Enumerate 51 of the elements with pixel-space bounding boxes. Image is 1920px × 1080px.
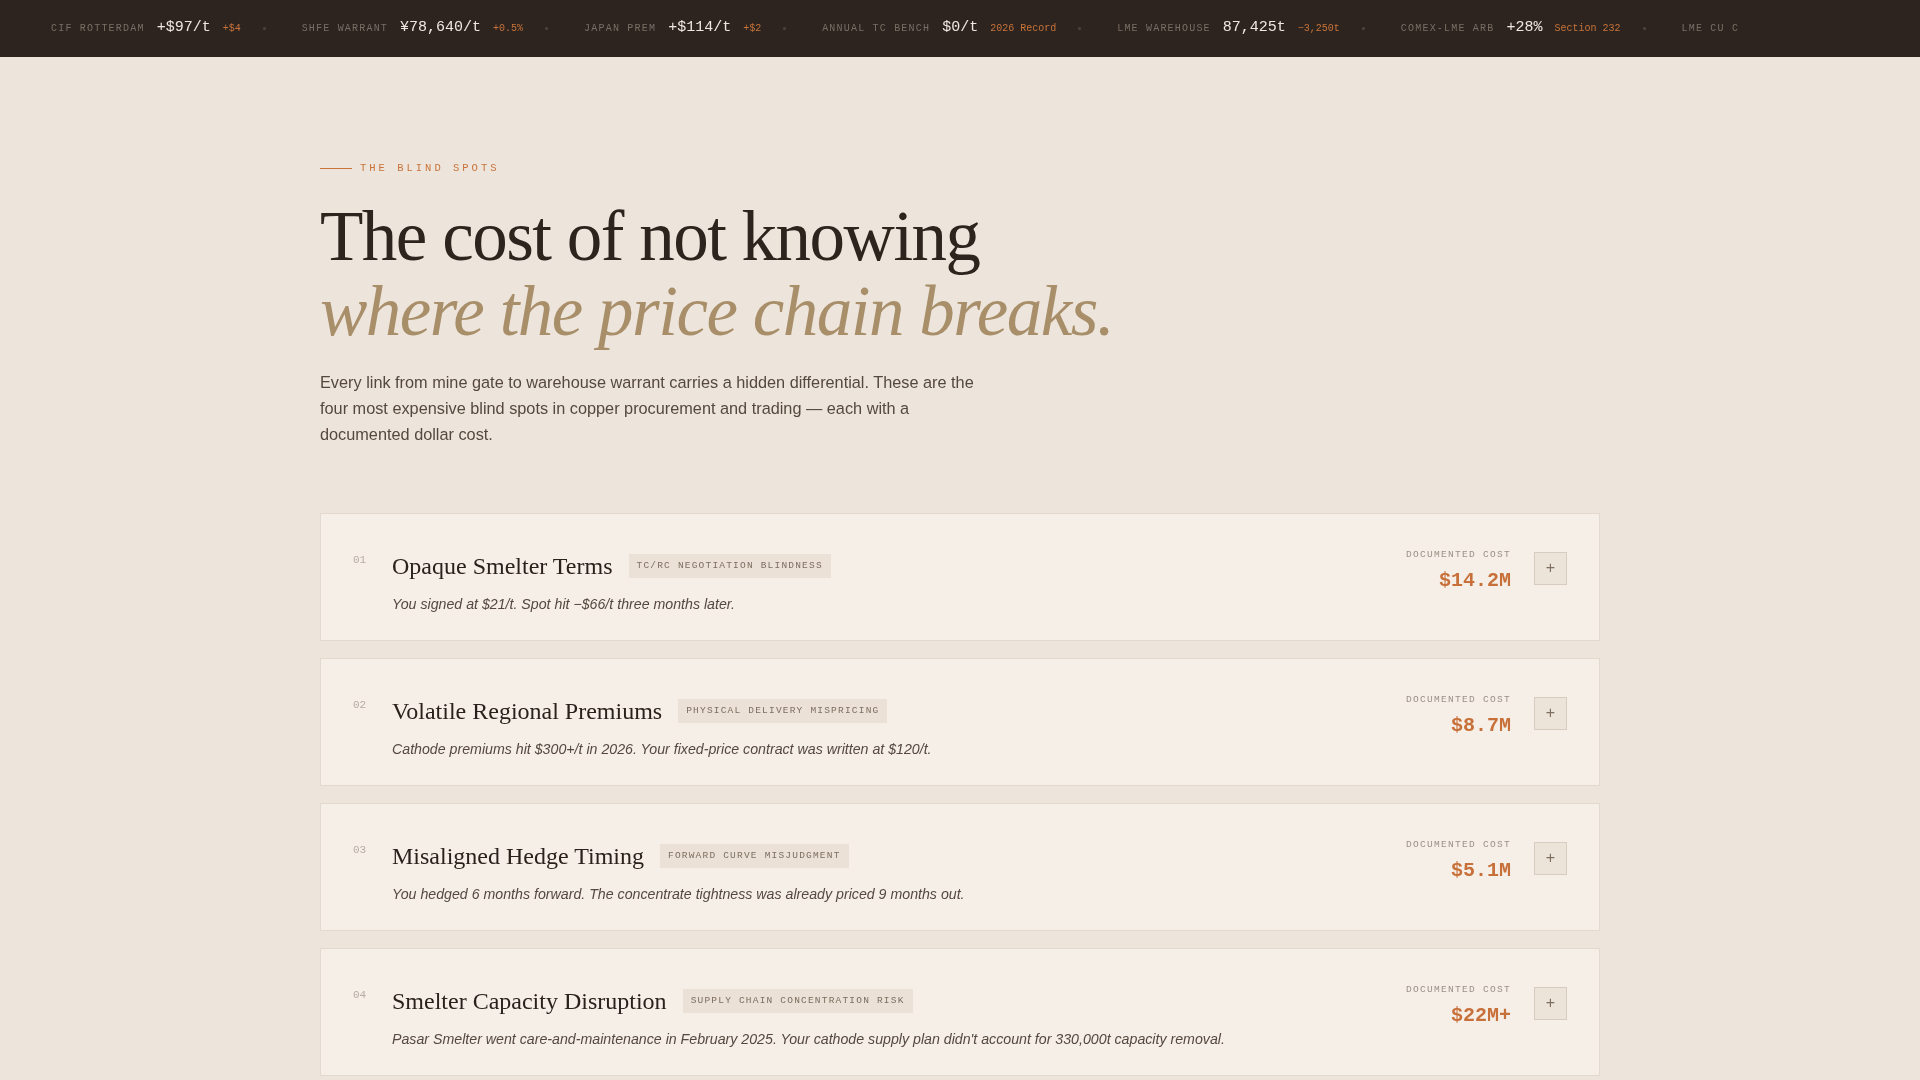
cost-value: $14.2M <box>1438 568 1511 594</box>
ticker-label: LME WAREHOUSE <box>1117 22 1211 36</box>
ticker-label: COMEX-LME ARB <box>1400 22 1495 36</box>
card-summary: Cathode premiums hit $300+/t in 2026. Your fixed-price contract was written at $120/t. <box>392 739 933 759</box>
headline: The cost of not knowing <box>320 198 981 274</box>
card-summary: Pasar Smelter went care-and-maintenance in February 2025. Your cathode supply plan didn't account for 330,000t capacity removal. <box>392 1029 1226 1049</box>
ticker-change: +0.5% <box>493 22 524 36</box>
cost-value: $5.1M <box>1450 858 1511 884</box>
category-tag: FORWARD CURVE MISJUDGMENT <box>660 843 849 868</box>
card-summary: You signed at $21/t. Spot hit −$66/t three months later. <box>392 594 736 614</box>
card-title: Misaligned Hedge Timing <box>392 841 644 871</box>
expand-button[interactable]: + <box>1534 841 1567 875</box>
ticker-change: +$4 <box>222 22 241 36</box>
item-number: 03 <box>353 842 368 858</box>
cost-label: DOCUMENTED COST <box>1406 982 1511 997</box>
expand-button[interactable]: + <box>1534 551 1567 585</box>
card-title: Smelter Capacity Disruption <box>392 986 667 1016</box>
card-summary: You hedged 6 months forward. The concentrate tightness was already priced 9 months out. <box>392 884 966 904</box>
expand-button[interactable]: + <box>1534 986 1567 1020</box>
cost-label: DOCUMENTED COST <box>1406 692 1511 707</box>
category-tag: SUPPLY CHAIN CONCENTRATION RISK <box>682 988 913 1013</box>
ticker-value: +28% <box>1506 18 1543 39</box>
ticker-label: JAPAN PREM <box>584 22 657 36</box>
ticker-label: ANNUAL TC BENCH <box>822 22 931 36</box>
ticker-label: SHFE WARRANT <box>301 22 389 36</box>
ticker-value: $0/t <box>942 18 979 39</box>
category-tag: TC/RC NEGOTIATION BLINDNESS <box>628 553 831 578</box>
ticker-value: +$97/t <box>156 18 211 39</box>
ticker-value: 87,425t <box>1222 18 1286 39</box>
cost-label: DOCUMENTED COST <box>1406 547 1511 562</box>
ticker-change: −3,250t <box>1297 22 1340 36</box>
card-title: Volatile Regional Premiums <box>392 696 663 726</box>
section-eyebrow: THE BLIND SPOTS <box>360 161 500 176</box>
category-tag: PHYSICAL DELIVERY MISPRICING <box>678 698 888 723</box>
ticker-value: ¥78,640/t <box>400 18 482 39</box>
ticker-change: 2026 Record <box>990 22 1057 36</box>
item-number: 01 <box>353 552 368 568</box>
item-number: 02 <box>353 697 368 713</box>
cost-label: DOCUMENTED COST <box>1406 837 1511 852</box>
card-title: Opaque Smelter Terms <box>392 551 613 581</box>
ticker-change: +$2 <box>743 22 762 36</box>
eyebrow-rule <box>320 168 352 170</box>
ticker-label: CIF ROTTERDAM <box>51 22 145 36</box>
ticker-label: LME CU C <box>1681 22 1740 36</box>
cost-value: $22M+ <box>1450 1003 1511 1029</box>
expand-button[interactable]: + <box>1534 696 1567 730</box>
ticker-value: +$114/t <box>668 18 732 39</box>
intro-paragraph: Every link from mine gate to warehouse warrant carries a hidden differential. These are the four most expensive blind spots in copper procurement and trading — each with a documented dollar cost. <box>320 371 975 445</box>
item-number: 04 <box>353 987 368 1003</box>
cost-value: $8.7M <box>1450 713 1511 739</box>
ticker-change: Section 232 <box>1554 22 1621 36</box>
